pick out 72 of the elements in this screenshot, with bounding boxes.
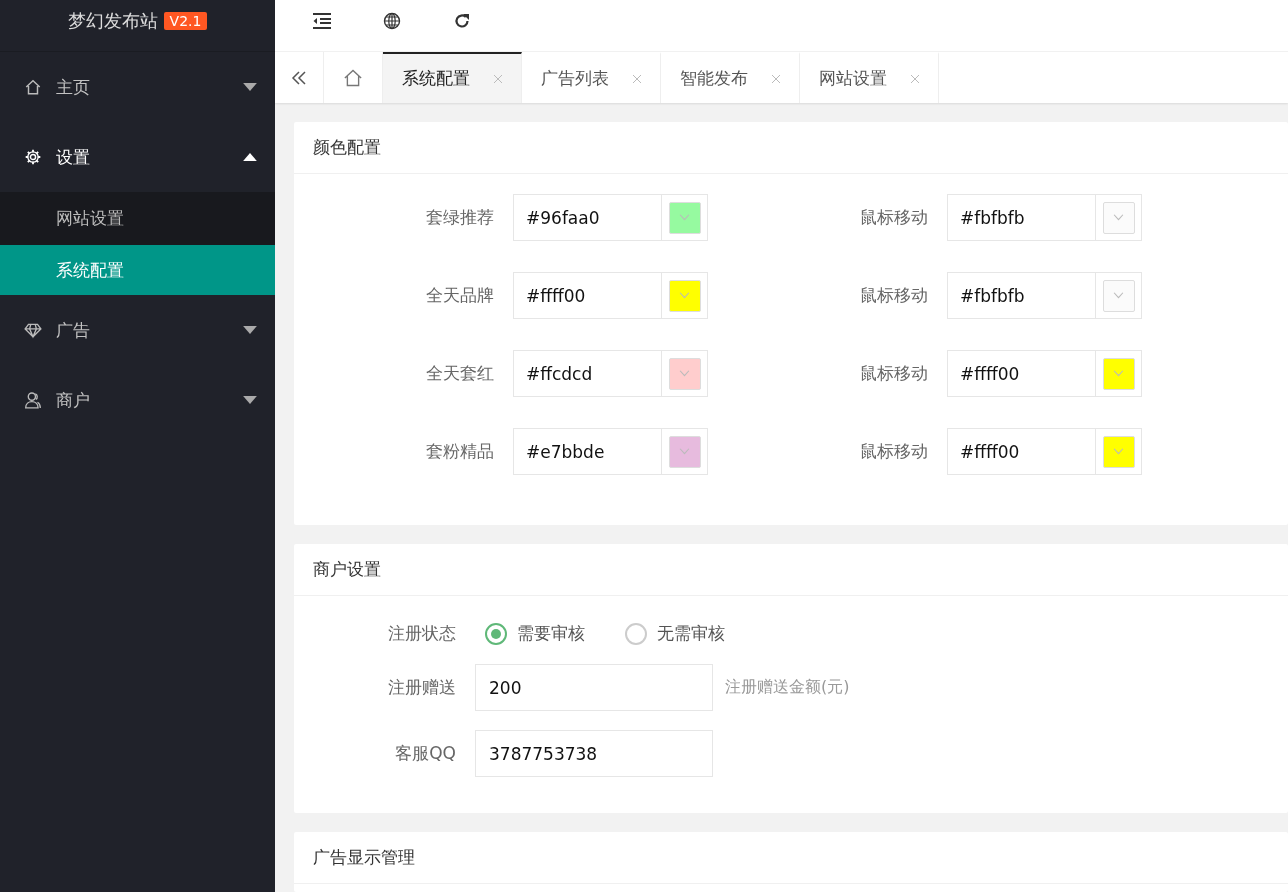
chevron-down-icon xyxy=(679,214,690,221)
chevron-down-icon xyxy=(1113,214,1124,221)
card-title: 商户设置 xyxy=(294,544,1288,596)
sidebar-menu-item[interactable]: 设置 xyxy=(0,122,275,192)
menu-collapse-icon[interactable] xyxy=(312,11,332,30)
chevron-down-icon xyxy=(679,292,690,299)
caret-down-icon xyxy=(243,396,257,404)
color-picker-button[interactable] xyxy=(1096,428,1142,475)
field-label: 鼠标移动 xyxy=(859,206,928,229)
color-input-field[interactable]: #fbfbfb xyxy=(947,194,1096,241)
double-chevron-left-icon xyxy=(291,69,307,86)
chevron-down-icon xyxy=(679,370,690,377)
color-picker-button[interactable] xyxy=(662,194,708,241)
version-badge: V2.1 xyxy=(163,11,208,30)
color-picker-button[interactable] xyxy=(1096,194,1142,241)
chevron-down-icon xyxy=(1113,292,1124,299)
user-icon xyxy=(24,391,42,409)
color-input-field[interactable]: #ffff00 xyxy=(513,272,662,319)
field-hint: 注册赠送金额(元) xyxy=(725,677,850,698)
close-icon[interactable] xyxy=(771,73,781,84)
chevron-down-icon xyxy=(679,448,690,455)
sidebar-submenu-item[interactable]: 网站设置 xyxy=(0,192,275,245)
color-input-field[interactable]: #ffcdcd xyxy=(513,350,662,397)
tab[interactable]: 系统配置 xyxy=(383,52,522,103)
chevron-down-icon xyxy=(1113,448,1124,455)
radio-option[interactable]: 无需审核 xyxy=(625,622,725,645)
color-picker-button[interactable] xyxy=(662,350,708,397)
field-label: 套粉精品 xyxy=(425,440,494,463)
home-icon xyxy=(24,78,42,96)
diamond-icon xyxy=(24,321,42,339)
caret-down-icon xyxy=(243,326,257,334)
field-label: 鼠标移动 xyxy=(859,440,928,463)
card-title: 颜色配置 xyxy=(294,122,1288,174)
caret-down-icon xyxy=(243,83,257,91)
refresh-icon[interactable] xyxy=(452,11,472,30)
tab[interactable]: 智能发布 xyxy=(661,52,800,103)
color-picker-button[interactable] xyxy=(1096,350,1142,397)
tab[interactable]: 广告列表 xyxy=(522,52,661,103)
field-label: 全天套红 xyxy=(425,362,494,385)
sidebar-submenu-item[interactable]: 系统配置 xyxy=(0,245,275,295)
color-input-field[interactable]: #ffff00 xyxy=(947,428,1096,475)
app-title: 梦幻发布站 xyxy=(67,8,158,33)
input-field[interactable]: 200 xyxy=(475,664,713,711)
field-label: 鼠标移动 xyxy=(859,362,928,385)
color-input-field[interactable]: #96faa0 xyxy=(513,194,662,241)
home-icon xyxy=(343,67,363,88)
field-label: 注册赠送 xyxy=(387,676,456,699)
sidebar-menu-item[interactable]: 主页 xyxy=(0,52,275,122)
close-icon[interactable] xyxy=(910,73,920,84)
field-label: 客服QQ xyxy=(394,742,456,765)
sidebar-menu-item[interactable]: 广告 xyxy=(0,295,275,365)
field-label: 鼠标移动 xyxy=(859,284,928,307)
settings-icon xyxy=(24,148,42,166)
tab[interactable]: 网站设置 xyxy=(800,52,939,103)
color-picker-button[interactable] xyxy=(1096,272,1142,319)
field-label: 注册状态 xyxy=(387,622,456,645)
close-icon[interactable] xyxy=(632,73,642,84)
field-label: 套绿推荐 xyxy=(425,206,494,229)
color-input-field[interactable]: #e7bbde xyxy=(513,428,662,475)
field-label: 全天品牌 xyxy=(425,284,494,307)
sidebar-menu-item[interactable]: 商户 xyxy=(0,365,275,435)
card-title: 广告显示管理 xyxy=(294,832,1288,884)
globe-icon[interactable] xyxy=(382,11,402,30)
radio-option[interactable]: 需要审核 xyxy=(485,622,585,645)
input-field[interactable]: 3787753738 xyxy=(475,730,713,777)
color-picker-button[interactable] xyxy=(662,428,708,475)
caret-up-icon xyxy=(243,153,257,161)
color-input-field[interactable]: #fbfbfb xyxy=(947,272,1096,319)
chevron-down-icon xyxy=(1113,370,1124,377)
color-picker-button[interactable] xyxy=(662,272,708,319)
close-icon[interactable] xyxy=(493,73,503,84)
color-input-field[interactable]: #ffff00 xyxy=(947,350,1096,397)
